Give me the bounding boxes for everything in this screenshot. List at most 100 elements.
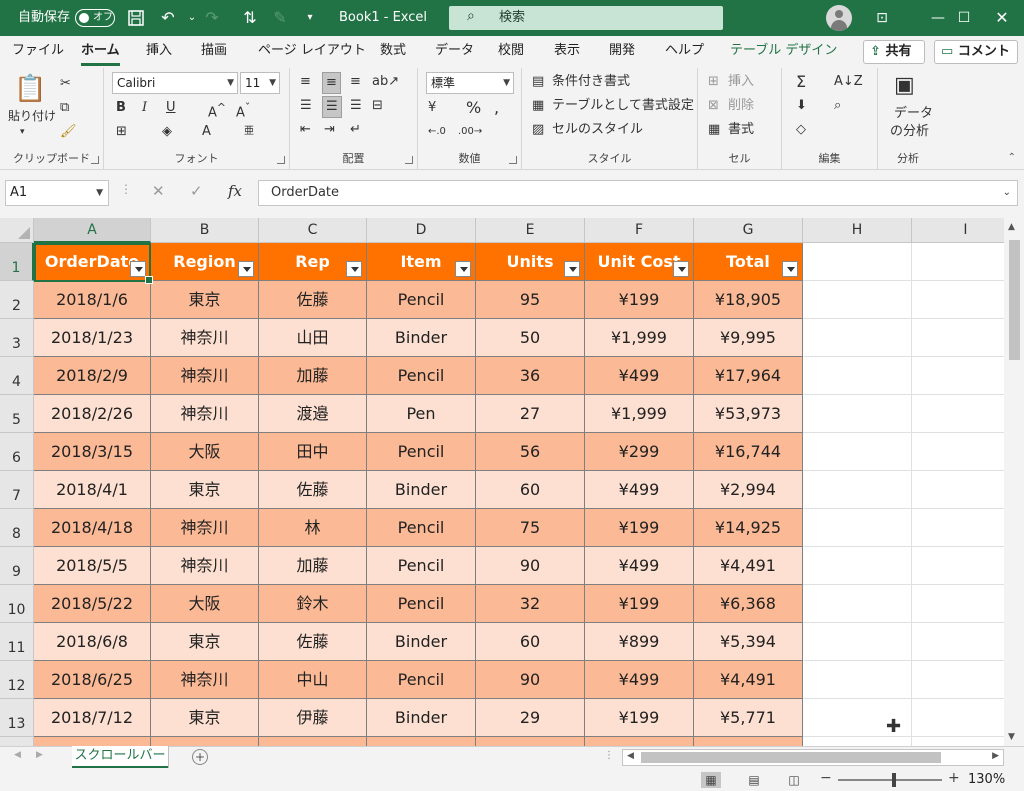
table-cell-units[interactable]: 29 bbox=[476, 699, 585, 737]
empty-cell[interactable] bbox=[912, 661, 1004, 699]
number-format-select[interactable]: 標準 ▼ bbox=[426, 72, 514, 94]
analyze-data-icon[interactable]: ▣ bbox=[894, 72, 915, 100]
table-cell-units[interactable]: 95 bbox=[476, 281, 585, 319]
table-cell-item[interactable]: Pencil bbox=[367, 547, 476, 585]
cancel-icon[interactable]: ✕ bbox=[152, 182, 165, 200]
autosum-icon[interactable]: Σ bbox=[796, 72, 806, 92]
zoom-out-icon[interactable]: − bbox=[820, 770, 832, 786]
table-cell-total[interactable]: ¥5,771 bbox=[694, 699, 803, 737]
table-cell-orderdate[interactable]: 2018/7/12 bbox=[34, 699, 151, 737]
fill-color-icon[interactable]: ◈ bbox=[162, 122, 172, 142]
table-header-unit-cost[interactable]: Unit Cost bbox=[585, 243, 694, 281]
tab-home[interactable]: ホーム bbox=[81, 36, 120, 68]
add-sheet-icon[interactable]: + bbox=[192, 749, 208, 765]
table-cell-orderdate[interactable]: 2018/5/5 bbox=[34, 547, 151, 585]
phonetic-icon[interactable]: 亜 bbox=[244, 122, 254, 142]
table-cell-region[interactable]: 神奈川 bbox=[151, 319, 259, 357]
search-box[interactable]: ⌕ 検索 bbox=[449, 6, 723, 30]
empty-cell[interactable] bbox=[803, 547, 912, 585]
empty-cell[interactable] bbox=[803, 395, 912, 433]
tab-data[interactable]: データ bbox=[435, 36, 474, 68]
bold-icon[interactable]: B bbox=[116, 98, 126, 118]
delete-cells-icon[interactable]: ⊠ bbox=[708, 96, 719, 116]
percent-icon[interactable]: % bbox=[466, 98, 481, 118]
partial-row-cell[interactable] bbox=[259, 737, 367, 746]
scroll-left-icon[interactable]: ◀ bbox=[627, 751, 634, 761]
table-cell-orderdate[interactable]: 2018/3/15 bbox=[34, 433, 151, 471]
empty-cell[interactable] bbox=[912, 699, 1004, 737]
row-header-6[interactable]: 6 bbox=[0, 433, 34, 471]
delete-cells-label[interactable]: 削除 bbox=[728, 96, 754, 116]
conditional-formatting-label[interactable]: 条件付き書式 bbox=[552, 72, 630, 92]
insert-cells-label[interactable]: 挿入 bbox=[728, 72, 754, 92]
avatar[interactable] bbox=[826, 5, 852, 31]
fill-icon[interactable]: ⬇ bbox=[796, 96, 807, 116]
empty-cell[interactable] bbox=[912, 395, 1004, 433]
column-header-f[interactable]: F bbox=[585, 218, 694, 243]
table-cell-orderdate[interactable]: 2018/1/23 bbox=[34, 319, 151, 357]
empty-cell[interactable] bbox=[912, 281, 1004, 319]
table-cell-region[interactable]: 東京 bbox=[151, 471, 259, 509]
tab-draw[interactable]: 描画 bbox=[201, 36, 227, 68]
table-cell-item[interactable]: Binder bbox=[367, 471, 476, 509]
maximize-button[interactable]: ☐ bbox=[944, 0, 984, 36]
table-cell-region[interactable]: 神奈川 bbox=[151, 395, 259, 433]
empty-cell[interactable] bbox=[912, 547, 1004, 585]
row-header-partial[interactable] bbox=[0, 737, 34, 746]
table-cell-units[interactable]: 60 bbox=[476, 471, 585, 509]
align-bottom-icon[interactable]: ≡ bbox=[350, 72, 361, 92]
empty-cell[interactable] bbox=[912, 471, 1004, 509]
insert-function-icon[interactable]: fx bbox=[228, 182, 242, 200]
table-cell-rep[interactable]: 中山 bbox=[259, 661, 367, 699]
paste-dropdown-icon[interactable]: ▾ bbox=[20, 122, 25, 142]
column-header-a[interactable]: A bbox=[34, 218, 151, 243]
tab-formulas[interactable]: 数式 bbox=[380, 36, 406, 68]
partial-row-cell[interactable] bbox=[151, 737, 259, 746]
wrap-text-icon[interactable]: ↵ bbox=[350, 120, 361, 140]
table-cell-item[interactable]: Binder bbox=[367, 699, 476, 737]
table-header-orderdate[interactable]: OrderDate bbox=[34, 243, 151, 281]
table-cell-orderdate[interactable]: 2018/2/9 bbox=[34, 357, 151, 395]
empty-cell[interactable] bbox=[912, 623, 1004, 661]
table-cell-unit-cost[interactable]: ¥199 bbox=[585, 585, 694, 623]
paste-label[interactable]: 貼り付け bbox=[8, 106, 56, 126]
insert-cells-icon[interactable]: ⊞ bbox=[708, 72, 719, 92]
vertical-scroll-thumb[interactable] bbox=[1009, 240, 1020, 360]
table-cell-units[interactable]: 27 bbox=[476, 395, 585, 433]
table-cell-unit-cost[interactable]: ¥499 bbox=[585, 357, 694, 395]
partial-row-cell[interactable] bbox=[585, 737, 694, 746]
font-launcher-icon[interactable] bbox=[277, 156, 285, 164]
column-header-d[interactable]: D bbox=[367, 218, 476, 243]
table-cell-unit-cost[interactable]: ¥899 bbox=[585, 623, 694, 661]
row-header-11[interactable]: 11 bbox=[0, 623, 34, 661]
table-cell-item[interactable]: Pencil bbox=[367, 357, 476, 395]
table-header-units[interactable]: Units bbox=[476, 243, 585, 281]
row-header-5[interactable]: 5 bbox=[0, 395, 34, 433]
tab-page-layout[interactable]: ページ レイアウト bbox=[258, 36, 366, 68]
column-header-g[interactable]: G bbox=[694, 218, 803, 243]
decrease-indent-icon[interactable]: ⇤ bbox=[300, 120, 311, 140]
horizontal-scrollbar[interactable]: ◀ ▶ bbox=[622, 749, 1004, 766]
table-cell-rep[interactable]: 田中 bbox=[259, 433, 367, 471]
partial-row-cell[interactable] bbox=[694, 737, 803, 746]
table-cell-total[interactable]: ¥4,491 bbox=[694, 547, 803, 585]
table-cell-unit-cost[interactable]: ¥1,999 bbox=[585, 395, 694, 433]
empty-cell[interactable] bbox=[912, 319, 1004, 357]
row-header-8[interactable]: 8 bbox=[0, 509, 34, 547]
row-header-12[interactable]: 12 bbox=[0, 661, 34, 699]
table-header-region[interactable]: Region bbox=[151, 243, 259, 281]
table-cell-item[interactable]: Binder bbox=[367, 319, 476, 357]
empty-cell[interactable] bbox=[803, 471, 912, 509]
tab-split-icon[interactable]: ⋮ bbox=[604, 750, 614, 761]
table-cell-region[interactable]: 大阪 bbox=[151, 433, 259, 471]
row-header-7[interactable]: 7 bbox=[0, 471, 34, 509]
alignment-launcher-icon[interactable] bbox=[405, 156, 413, 164]
orientation-icon[interactable]: ab↗ bbox=[372, 72, 399, 92]
table-cell-units[interactable]: 50 bbox=[476, 319, 585, 357]
format-painter-icon[interactable]: 🖌 bbox=[60, 122, 77, 142]
table-cell-item[interactable]: Pencil bbox=[367, 585, 476, 623]
table-cell-region[interactable]: 神奈川 bbox=[151, 509, 259, 547]
filter-dropdown-icon[interactable] bbox=[455, 261, 471, 277]
merge-center-icon[interactable]: ⊟ bbox=[372, 96, 383, 116]
copy-icon[interactable]: ⧉ bbox=[60, 98, 69, 118]
